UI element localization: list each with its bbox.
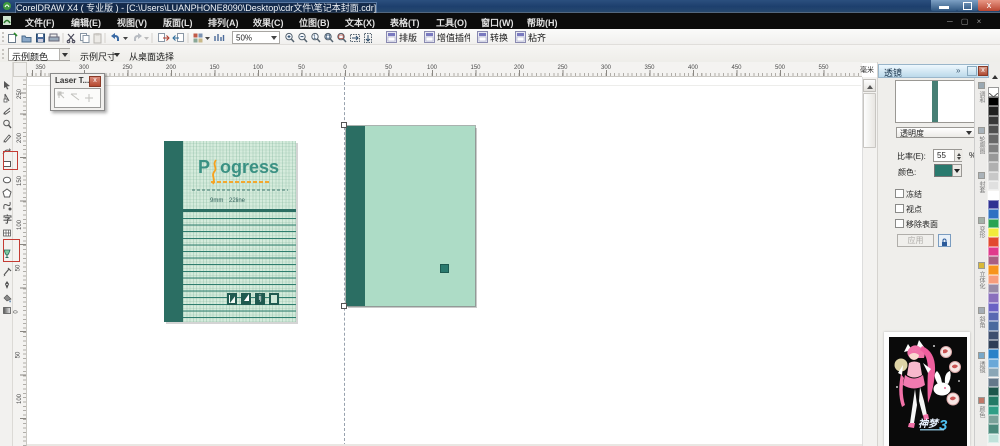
svg-text:排版: 排版: [399, 32, 417, 43]
svg-text:3: 3: [939, 417, 948, 434]
svg-text:粘齐: 粘齐: [528, 32, 546, 43]
svg-text:50%: 50%: [236, 34, 252, 43]
svg-text:神梦: 神梦: [918, 418, 940, 430]
svg-text:字: 字: [3, 214, 12, 224]
svg-text:转换: 转换: [490, 32, 508, 43]
svg-text:增值插件: 增值插件: [437, 32, 470, 43]
